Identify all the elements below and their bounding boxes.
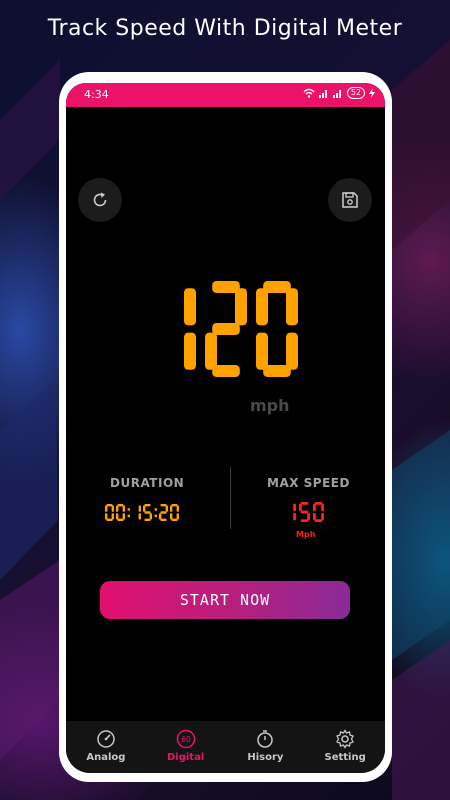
- max-speed-digit: [299, 502, 310, 522]
- speed-digit: [256, 281, 298, 377]
- refresh-icon: [93, 192, 107, 207]
- max-speed-label: MAX SPEED: [267, 476, 350, 490]
- duration-label: DURATION: [110, 476, 185, 490]
- save-icon: [342, 192, 358, 208]
- start-now-button[interactable]: START NOW: [100, 581, 350, 619]
- duration-digit: [143, 504, 152, 521]
- battery-level: 52: [346, 87, 365, 99]
- duration-digit: [116, 504, 125, 521]
- gear-icon: [336, 729, 355, 749]
- bottom-nav: Analog 60 Digital Hisory Setting: [66, 721, 385, 773]
- speed-digit: [205, 281, 247, 377]
- signal-icon-2: [332, 90, 341, 98]
- status-icons: 52: [303, 87, 375, 99]
- max-speed-digit: [293, 503, 296, 521]
- nav-analog-label: Analog: [86, 752, 126, 763]
- status-bar: 4:34 52: [66, 83, 385, 107]
- signal-icon: [318, 90, 327, 98]
- charging-icon: [369, 88, 375, 98]
- nav-history-label: Hisory: [247, 752, 284, 763]
- app-screen: 4:34 52 mph DURATION MAX SPEED Mph START…: [66, 83, 385, 773]
- nav-history[interactable]: Hisory: [226, 721, 306, 773]
- max-speed-unit: Mph: [296, 530, 316, 539]
- promo-headline: Track Speed With Digital Meter: [47, 16, 403, 41]
- speed-digit: [184, 288, 196, 370]
- speed-unit: mph: [250, 396, 290, 415]
- duration-colon: [127, 514, 130, 518]
- svg-text:60: 60: [181, 735, 191, 744]
- digital-60-icon: 60: [176, 729, 195, 749]
- timer-icon: [257, 730, 274, 748]
- duration-digit: [159, 504, 168, 521]
- duration-digit: [105, 504, 114, 521]
- nav-digital[interactable]: 60 Digital: [146, 721, 226, 773]
- duration-colon: [154, 508, 157, 511]
- duration-digit: [138, 505, 141, 520]
- nav-analog[interactable]: Analog: [66, 721, 146, 773]
- nav-digital-label: Digital: [166, 752, 205, 763]
- duration-value: [105, 504, 179, 521]
- nav-setting[interactable]: Setting: [305, 721, 385, 773]
- duration-colon: [127, 508, 130, 511]
- max-speed-value: [293, 502, 324, 522]
- stats-divider: [230, 467, 231, 529]
- speed-display: [184, 281, 298, 377]
- status-time: 4:34: [84, 88, 109, 101]
- save-button[interactable]: [328, 178, 372, 222]
- gauge-icon: [97, 730, 115, 748]
- duration-colon: [154, 514, 157, 518]
- duration-digit: [170, 504, 179, 521]
- start-now-label: START NOW: [179, 591, 271, 609]
- wifi-icon: [303, 88, 315, 98]
- reset-button[interactable]: [78, 178, 122, 222]
- nav-setting-label: Setting: [324, 752, 366, 763]
- max-speed-digit: [313, 502, 324, 522]
